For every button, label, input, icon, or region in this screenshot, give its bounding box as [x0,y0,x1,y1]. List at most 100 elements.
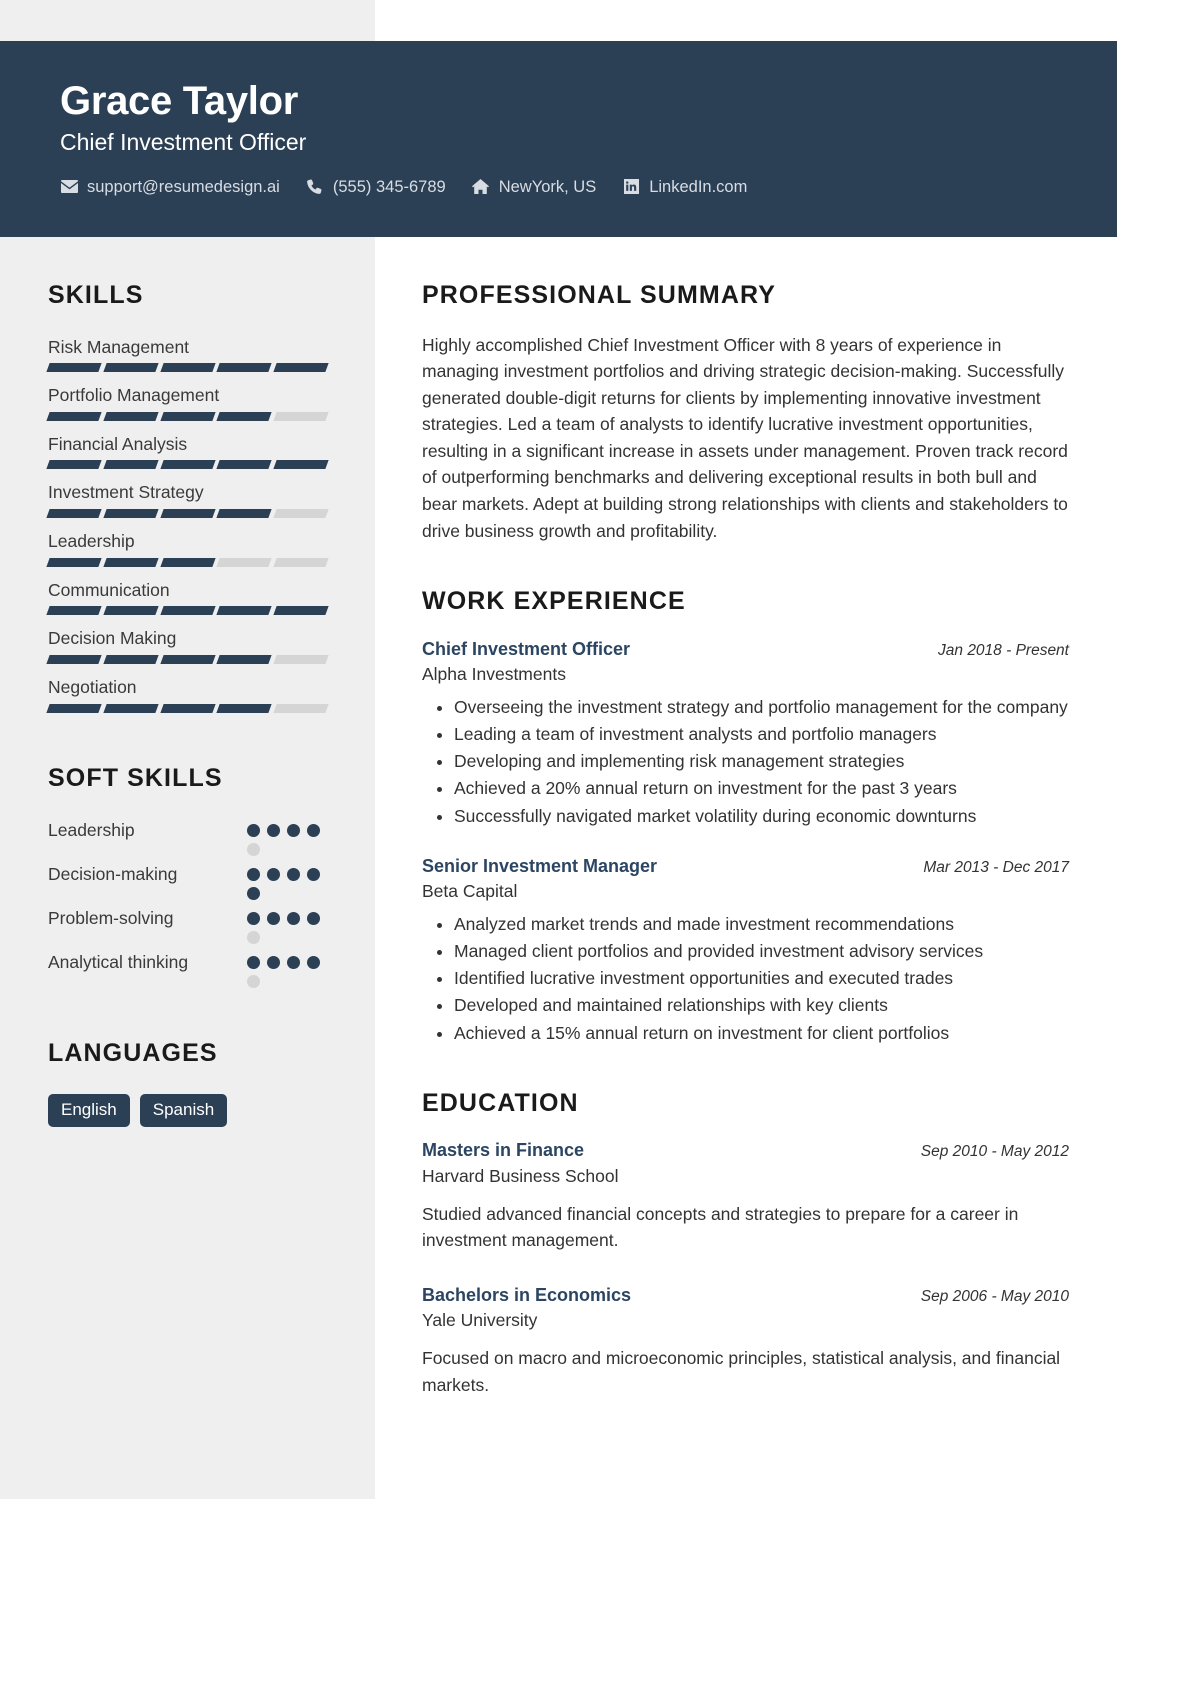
skills-heading: SKILLS [48,281,144,309]
skill-bar-segment [216,411,272,421]
experience-entry: Senior Investment Manager Mar 2013 - Dec … [422,855,1069,1046]
professional-summary-heading: PROFESSIONAL SUMMARY [422,281,776,309]
education-entry-header: Bachelors in Economics Sep 2006 - May 201… [422,1284,1069,1307]
education-degree: Bachelors in Economics [422,1284,632,1305]
contact-phone-text: (555) 345-6789 [332,177,446,196]
skill-bar-segment [103,509,159,518]
experience-bullet: Developed and maintained relationships w… [454,992,1069,1018]
skill-bar-segment [46,703,102,713]
soft-skill-rating [247,818,327,856]
soft-skill-rating [247,950,327,988]
skill-item: Negotiation [46,676,329,713]
rating-dot [247,956,260,969]
education-school: Harvard Business School [422,1165,619,1186]
soft-skill-item: Leadership [48,818,327,856]
skill-bar-segment [216,703,272,713]
soft-skill-label: Analytical thinking [48,952,189,972]
education-description: Focused on macro and microeconomic princ… [422,1348,1061,1395]
contact-email[interactable]: support@resumedesign.ai [60,179,280,196]
education-entry-header: Masters in Finance Sep 2010 - May 2012 [422,1139,1069,1162]
skill-item: Communication [46,579,329,616]
rating-dot [307,868,320,881]
skill-level-bar [46,557,329,567]
skill-bar-segment [46,606,102,616]
candidate-name: Grace Taylor [60,79,299,123]
rating-dot [287,868,300,881]
skill-name: Decision Making [48,628,177,649]
skill-bar-segment [273,509,329,518]
language-chip[interactable]: English [48,1093,130,1128]
work-experience-list: Chief Investment Officer Jan 2018 - Prese… [422,638,1069,1046]
experience-company: Beta Capital [422,881,518,902]
skill-level-bar [46,703,329,713]
skill-bar-segment [159,703,216,713]
skill-item: Investment Strategy [46,481,329,518]
soft-skills-list: Leadership Decision-making Problem-solving… [48,818,327,988]
skill-bar-segment [103,411,159,421]
soft-skill-rating [247,862,327,900]
rating-dot [247,843,260,856]
work-experience-heading: WORK EXPERIENCE [422,587,686,616]
candidate-job-title: Chief Investment Officer [60,129,307,155]
soft-skill-item: Problem-solving [48,906,327,944]
resume-body: SKILLS Risk Management Portfolio Manageme… [0,237,1117,1499]
experience-bullet: Leading a team of investment analysts an… [454,721,1069,747]
education-entry: Masters in Finance Sep 2010 - May 2012 Har… [422,1139,1069,1253]
contact-location[interactable]: NewYork, US [472,179,596,196]
skill-bar-segment [159,363,216,373]
skill-item: Decision Making [46,627,329,664]
skill-level-bar [46,509,329,518]
education-degree: Masters in Finance [422,1140,585,1161]
experience-entry-header: Senior Investment Manager Mar 2013 - Dec … [422,855,1069,878]
skill-bar-segment [103,703,159,713]
rating-dot [307,824,320,837]
soft-skill-label: Decision-making [48,864,178,884]
rating-dot [267,956,280,969]
skill-bar-segment [273,557,329,567]
linkedin-icon [622,179,640,195]
soft-skill-label: Problem-solving [48,908,174,928]
skill-bar-segment [216,363,272,373]
skill-bar-segment [103,460,159,470]
rating-dot [247,912,260,925]
soft-skills-heading: SOFT SKILLS [48,763,223,792]
education-date-range: Sep 2006 - May 2010 [920,1287,1069,1305]
experience-bullet-list: Overseeing the investment strategy and p… [422,694,1069,829]
contact-phone[interactable]: (555) 345-6789 [306,179,446,196]
main-content: PROFESSIONAL SUMMARY Highly accomplished… [375,237,1117,1499]
education-entry: Bachelors in Economics Sep 2006 - May 201… [422,1284,1069,1398]
education-date-range: Sep 2010 - May 2012 [920,1143,1069,1161]
rating-dot [307,912,320,925]
soft-skill-item: Analytical thinking [48,950,327,988]
skill-bar-segment [273,460,329,470]
experience-company: Alpha Investments [422,664,566,685]
languages-heading: LANGUAGES [48,1039,218,1067]
skill-level-bar [46,363,329,373]
rating-dot [247,975,260,988]
skill-bar-segment [103,606,159,616]
skill-name: Investment Strategy [48,482,204,503]
rating-dot [287,912,300,925]
skill-bar-segment [46,654,102,664]
skill-bar-segment [159,411,216,421]
rating-dot [267,868,280,881]
experience-bullet: Managed client portfolios and provided i… [454,938,1069,964]
skill-bar-segment [103,557,159,567]
resume-header: Grace Taylor Chief Investment Officer su… [0,41,1117,237]
rating-dot [267,912,280,925]
experience-entry-header: Chief Investment Officer Jan 2018 - Prese… [422,638,1069,661]
contact-row: support@resumedesign.ai (555) 345-6789 N… [60,179,1117,196]
skill-bar-segment [46,509,102,518]
contact-linkedin[interactable]: LinkedIn.com [622,179,747,196]
rating-dot [247,887,260,900]
skill-bar-segment [46,557,102,567]
skill-bar-segment [216,557,272,567]
experience-bullet: Identified lucrative investment opportun… [454,965,1069,991]
rating-dot [247,824,260,837]
resume-page: Grace Taylor Chief Investment Officer su… [0,0,1117,1684]
experience-date-range: Mar 2013 - Dec 2017 [923,858,1069,876]
skill-name: Financial Analysis [48,433,188,454]
soft-skill-label: Leadership [48,820,135,840]
language-chip[interactable]: Spanish [139,1093,228,1128]
skill-bar-segment [273,654,329,664]
